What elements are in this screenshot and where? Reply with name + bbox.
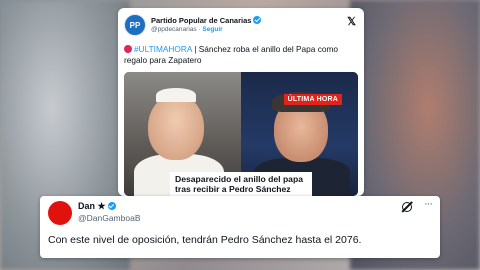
author-name-text[interactable]: Dan ★ — [78, 201, 106, 211]
pope-face — [148, 94, 204, 160]
more-icon[interactable]: ··· — [424, 198, 433, 210]
tweet-text: #ULTIMAHORA | Sánchez roba el anillo del… — [124, 44, 358, 66]
avatar[interactable]: PP — [124, 14, 146, 36]
follow-button[interactable]: Seguir — [202, 26, 222, 33]
tweet-text: Con este nivel de oposición, tendrán Ped… — [48, 234, 362, 246]
verified-badge-icon — [107, 202, 116, 210]
grok-icon[interactable] — [402, 202, 412, 212]
hashtag-link[interactable]: #ULTIMAHORA — [134, 44, 192, 54]
tweet-card-pp: PP Partido Popular de Canarias @ppdecana… — [118, 8, 364, 196]
ultima-hora-badge: ÚLTIMA HORA — [283, 94, 342, 105]
author-handle-row: @ppdecanarias · Seguir — [151, 26, 223, 33]
author-handle[interactable]: @ppdecanarias — [151, 26, 197, 33]
tweet-card-dan: Dan ★ @DanGamboaB ··· Con este nivel de … — [40, 196, 440, 258]
author-handle[interactable]: @DanGamboaB — [78, 213, 141, 223]
media-caption: Desaparecido el anillo del papa tras rec… — [170, 172, 312, 196]
pope-cap — [156, 88, 196, 102]
author-name[interactable]: Partido Popular de Canarias — [151, 16, 262, 25]
red-circle-icon — [124, 45, 132, 53]
author-name[interactable]: Dan ★ — [78, 201, 116, 212]
author-name-text[interactable]: Partido Popular de Canarias — [151, 16, 251, 25]
x-logo-icon[interactable]: 𝕏 — [347, 15, 356, 28]
avatar[interactable] — [48, 201, 72, 225]
verified-badge-icon — [253, 16, 262, 24]
tweet-header: PP Partido Popular de Canarias @ppdecana… — [124, 14, 358, 38]
tweet-media[interactable]: ÚLTIMA HORA Desaparecido el anillo del p… — [124, 72, 358, 196]
